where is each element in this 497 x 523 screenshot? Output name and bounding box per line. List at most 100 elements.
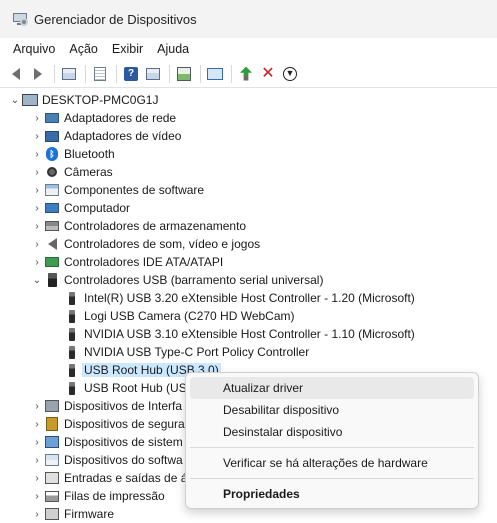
chevron-right-icon[interactable]: › (30, 163, 44, 181)
toolbar-divider (54, 64, 55, 83)
tree-category[interactable]: › Adaptadores de vídeo (30, 127, 181, 145)
chevron-right-icon[interactable]: › (30, 199, 44, 217)
tree-category[interactable]: › Dispositivos de segura (30, 415, 185, 433)
chevron-right-icon[interactable]: › (30, 487, 44, 505)
usb-device-item[interactable]: NVIDIA USB 3.10 eXtensible Host Controll… (64, 325, 415, 343)
help-button[interactable]: ? (121, 64, 141, 84)
toolbar-divider (169, 64, 170, 83)
display-button[interactable] (205, 64, 225, 84)
action-pane-button[interactable] (143, 64, 163, 84)
tree-category[interactable]: › Filas de impressão (30, 487, 165, 505)
menu-bar: Arquivo Ação Exibir Ajuda (0, 38, 497, 60)
tree-category[interactable]: › Dispositivos de sistem (30, 433, 182, 451)
category-label: Computador (64, 201, 131, 215)
toolbar: ? ✕ ▼ (0, 60, 497, 88)
window-title: Gerenciador de Dispositivos (34, 11, 197, 27)
show-hide-console-tree-button[interactable] (59, 64, 79, 84)
chevron-right-icon[interactable]: › (30, 397, 44, 415)
scan-hardware-menu-item[interactable]: Verificar se há alterações de hardware (190, 452, 474, 474)
chevron-right-icon[interactable]: › (30, 433, 44, 451)
usb-device-item[interactable]: NVIDIA USB Type-C Port Policy Controller (64, 343, 309, 361)
category-label: Câmeras (64, 165, 113, 179)
disable-toolbar-button[interactable]: ▼ (280, 64, 300, 84)
chevron-right-icon[interactable]: › (30, 217, 44, 235)
tree-category[interactable]: › ᛒ Bluetooth (30, 145, 115, 163)
properties-icon (94, 66, 106, 81)
back-button[interactable] (6, 64, 26, 84)
toolbar-divider (231, 64, 232, 83)
system-device-icon (44, 434, 60, 450)
chevron-down-icon[interactable]: ⌄ (30, 271, 44, 289)
toolbar-divider (200, 64, 201, 83)
tree-category[interactable]: › Componentes de software (30, 181, 204, 199)
forward-arrow-icon (34, 67, 42, 80)
menu-separator (190, 478, 474, 479)
category-label: Firmware (64, 507, 114, 521)
tree-category[interactable]: › Computador (30, 199, 130, 217)
tree-category[interactable]: › Câmeras (30, 163, 113, 181)
tree-category[interactable]: › Entradas e saídas de áu (30, 469, 194, 487)
properties-menu-item[interactable]: Propriedades (190, 483, 474, 505)
firmware-icon (44, 506, 60, 522)
device-label: NVIDIA USB 3.10 eXtensible Host Controll… (84, 327, 415, 341)
forward-button[interactable] (28, 64, 48, 84)
title-bar: Gerenciador de Dispositivos (0, 0, 497, 38)
tree-category[interactable]: › Dispositivos do softwa (30, 451, 182, 469)
usb-device-item[interactable]: Logi USB Camera (C270 HD WebCam) (64, 307, 295, 325)
usb-device-item[interactable]: Intel(R) USB 3.20 eXtensible Host Contro… (64, 289, 415, 307)
chevron-right-icon[interactable]: › (30, 109, 44, 127)
tree-root[interactable]: ⌄ DESKTOP-PMC0G1J (8, 91, 159, 109)
bluetooth-icon: ᛒ (44, 146, 60, 162)
update-driver-toolbar-button[interactable] (236, 64, 256, 84)
software-device-icon (44, 452, 60, 468)
menu-arquivo[interactable]: Arquivo (6, 42, 62, 56)
update-driver-menu-item[interactable]: Atualizar driver (190, 377, 474, 399)
tree-category[interactable]: › Controladores de som, vídeo e jogos (30, 235, 260, 253)
category-label: Controladores USB (barramento serial uni… (64, 273, 324, 287)
menu-separator (190, 447, 474, 448)
uninstall-toolbar-button[interactable]: ✕ (258, 64, 278, 84)
menu-acao[interactable]: Ação (62, 42, 105, 56)
tree-category[interactable]: › Firmware (30, 505, 114, 523)
chevron-down-icon[interactable]: ⌄ (8, 91, 22, 109)
disable-device-menu-item[interactable]: Desabilitar dispositivo (190, 399, 474, 421)
chevron-right-icon[interactable]: › (30, 181, 44, 199)
menu-exibir[interactable]: Exibir (105, 42, 150, 56)
category-label: Entradas e saídas de áu (64, 471, 195, 485)
uninstall-device-menu-item[interactable]: Desinstalar dispositivo (190, 421, 474, 443)
category-label: Filas de impressão (64, 489, 165, 503)
chevron-right-icon[interactable]: › (30, 235, 44, 253)
category-label: Dispositivos de segura (64, 417, 185, 431)
update-driver-icon (240, 66, 252, 81)
scan-hardware-button[interactable] (174, 64, 194, 84)
chevron-right-icon[interactable]: › (30, 145, 44, 163)
device-label: NVIDIA USB Type-C Port Policy Controller (84, 345, 310, 359)
usb-device-item[interactable]: USB Root Hub (USI (64, 379, 190, 397)
tree-category[interactable]: › Controladores de armazenamento (30, 217, 246, 235)
sound-icon (44, 236, 60, 252)
network-adapter-icon (44, 110, 60, 126)
device-label: Logi USB Camera (C270 HD WebCam) (84, 309, 295, 323)
usb-device-icon (64, 380, 80, 396)
category-label: Adaptadores de vídeo (64, 129, 182, 143)
chevron-right-icon[interactable]: › (30, 469, 44, 487)
tree-category[interactable]: › Controladores IDE ATA/ATAPI (30, 253, 223, 271)
tree-root-label: DESKTOP-PMC0G1J (42, 93, 159, 107)
chevron-right-icon[interactable]: › (30, 127, 44, 145)
chevron-right-icon[interactable]: › (30, 505, 44, 523)
chevron-right-icon[interactable]: › (30, 451, 44, 469)
hid-icon (44, 398, 60, 414)
tree-category-usb[interactable]: ⌄ Controladores USB (barramento serial u… (30, 271, 323, 289)
console-tree-icon (62, 67, 76, 80)
chevron-right-icon[interactable]: › (30, 415, 44, 433)
tree-category[interactable]: › Dispositivos de Interfa (30, 397, 182, 415)
category-label: Bluetooth (64, 147, 115, 161)
tree-category[interactable]: › Adaptadores de rede (30, 109, 176, 127)
menu-ajuda[interactable]: Ajuda (150, 42, 196, 56)
usb-controller-icon (44, 272, 60, 288)
properties-toolbar-button[interactable] (90, 64, 110, 84)
category-label: Componentes de software (64, 183, 205, 197)
security-device-icon (44, 416, 60, 432)
chevron-right-icon[interactable]: › (30, 253, 44, 271)
category-label: Controladores de som, vídeo e jogos (64, 237, 261, 251)
